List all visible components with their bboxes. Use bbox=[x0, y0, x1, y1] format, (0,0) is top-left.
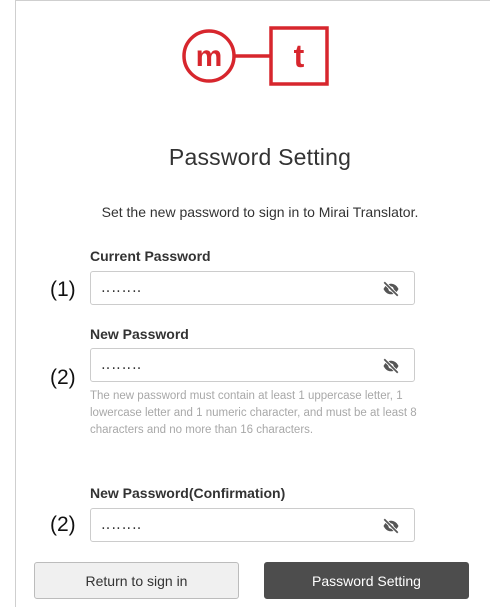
eye-slash-icon[interactable] bbox=[382, 357, 400, 375]
confirm-password-value: ‥‥‥‥ bbox=[101, 516, 143, 532]
new-password-value: ‥‥‥‥ bbox=[101, 356, 143, 372]
marker-2a: (2) bbox=[50, 366, 76, 389]
confirm-password-field[interactable]: ‥‥‥‥ bbox=[90, 508, 415, 542]
marker-1: (1) bbox=[50, 278, 76, 301]
new-password-field[interactable]: ‥‥‥‥ bbox=[90, 348, 415, 382]
page-title: Password Setting bbox=[168, 144, 352, 170]
eye-slash-icon[interactable] bbox=[382, 517, 400, 535]
current-password-field[interactable]: ‥‥‥‥ bbox=[90, 271, 415, 305]
new-password-label: New Password bbox=[90, 326, 189, 342]
eye-slash-icon[interactable] bbox=[382, 280, 400, 298]
marker-2b: (2) bbox=[50, 513, 76, 536]
logo-letter-m: m bbox=[196, 40, 223, 73]
password-setting-button[interactable]: Password Setting bbox=[264, 562, 469, 599]
current-password-label: Current Password bbox=[90, 248, 211, 264]
password-requirements-hint: The new password must contain at least 1… bbox=[90, 390, 417, 436]
page-subtitle: Set the new password to sign in to Mirai… bbox=[101, 204, 419, 220]
mirai-translator-logo: m t bbox=[182, 26, 329, 86]
logo-letter-t: t bbox=[294, 38, 305, 74]
confirm-password-label: New Password(Confirmation) bbox=[90, 485, 286, 501]
current-password-value: ‥‥‥‥ bbox=[101, 279, 143, 295]
return-to-sign-in-button[interactable]: Return to sign in bbox=[34, 562, 239, 599]
